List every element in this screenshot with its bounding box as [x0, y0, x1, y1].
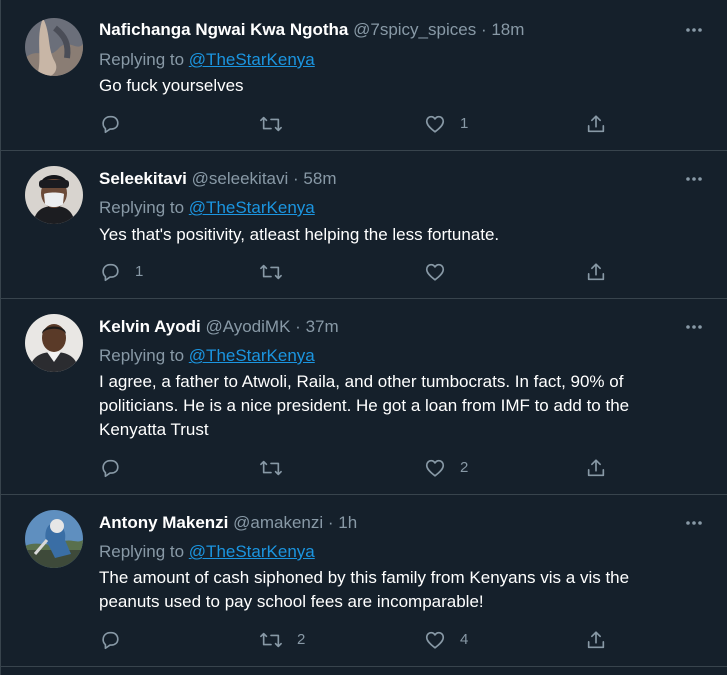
separator-dot: · [295, 317, 301, 336]
avatar[interactable] [25, 510, 83, 568]
more-icon [686, 325, 702, 329]
mention-link[interactable]: @TheStarKenya [189, 346, 315, 365]
timestamp[interactable]: 18m [491, 20, 524, 39]
like-button[interactable] [424, 260, 460, 284]
retweet-icon [260, 264, 282, 280]
author-handle[interactable]: @7spicy_spices [353, 20, 476, 39]
share-icon [587, 115, 605, 133]
author-handle[interactable]: @seleekitavi [192, 169, 289, 188]
timestamp[interactable]: 37m [306, 317, 339, 336]
like-count: 1 [460, 115, 469, 132]
author-name[interactable]: Kelvin Ayodi [99, 317, 201, 336]
separator-dot: · [327, 513, 334, 532]
retweet-button[interactable] [259, 112, 297, 136]
retweet-button[interactable]: 2 [259, 628, 305, 652]
reply-icon [102, 631, 119, 650]
tweet-1[interactable]: Nafichanga Ngwai Kwa Ngotha @7spicy_spic… [1, 0, 727, 150]
author-name[interactable]: Seleekitavi [99, 169, 187, 188]
mention-link[interactable]: @TheStarKenya [189, 542, 315, 561]
reply-count: 1 [135, 263, 144, 280]
reply-icon [102, 263, 119, 282]
replying-to-label: Replying to [99, 542, 185, 561]
tweet-text: I agree, a father to Atwoli, Raila, and … [99, 370, 689, 442]
like-button[interactable]: 2 [424, 456, 468, 480]
replying-to: Replying to @TheStarKenya [99, 49, 315, 71]
replying-to: Replying to @TheStarKenya [99, 345, 315, 367]
tweet-text: Yes that's positivity, atleast helping t… [99, 225, 500, 244]
retweet-button[interactable] [259, 456, 297, 480]
retweet-button[interactable] [259, 260, 297, 284]
author-name[interactable]: Antony Makenzi [99, 513, 228, 532]
more-options-button[interactable] [683, 316, 705, 338]
replying-to: Replying to @TheStarKenya [99, 541, 315, 563]
reply-icon [102, 459, 119, 478]
tweet-text-line: Kenyatta Trust [99, 420, 209, 439]
tweet-2[interactable]: Seleekitavi @seleekitavi · 58m Replying … [1, 151, 727, 298]
replying-to-label: Replying to [99, 198, 185, 217]
share-button[interactable] [585, 260, 607, 284]
retweet-icon [260, 632, 282, 648]
share-button[interactable] [585, 112, 607, 136]
tweet-text-line: politicians. He is a nice president. He … [99, 396, 630, 415]
reply-button[interactable] [99, 456, 135, 480]
more-icon [686, 521, 702, 525]
share-button[interactable] [585, 456, 607, 480]
retweet-count: 2 [297, 631, 306, 648]
like-button[interactable]: 4 [424, 628, 468, 652]
share-icon [587, 459, 605, 477]
like-count: 2 [460, 459, 469, 476]
reply-icon [102, 115, 119, 134]
more-icon [686, 177, 702, 181]
reply-button[interactable] [99, 628, 135, 652]
tweet-3[interactable]: Kelvin Ayodi @AyodiMK · 37m Replying to … [1, 299, 727, 494]
tweet-text: The amount of cash siphoned by this fami… [99, 566, 689, 614]
reply-button[interactable]: 1 [99, 260, 143, 284]
tweet-header: Nafichanga Ngwai Kwa Ngotha @7spicy_spic… [99, 19, 524, 41]
avatar[interactable] [25, 18, 83, 76]
separator-dot: · [293, 169, 299, 188]
tweet-text: Go fuck yourselves [99, 76, 244, 95]
like-button[interactable]: 1 [424, 112, 468, 136]
tweet-divider [1, 666, 727, 667]
reply-button[interactable] [99, 112, 135, 136]
timestamp[interactable]: 1h [338, 513, 357, 532]
like-count: 4 [460, 631, 469, 648]
retweet-icon [260, 116, 282, 132]
like-icon [425, 459, 445, 477]
timestamp[interactable]: 58m [303, 169, 336, 188]
avatar[interactable] [25, 166, 83, 224]
share-button[interactable] [585, 628, 607, 652]
tweet-header: Antony Makenzi @amakenzi · 1h [99, 512, 357, 534]
retweet-icon [260, 460, 282, 476]
mention-link[interactable]: @TheStarKenya [189, 198, 315, 217]
more-options-button[interactable] [683, 19, 705, 41]
more-options-button[interactable] [683, 512, 705, 534]
tweet-4[interactable]: Antony Makenzi @amakenzi · 1h Replying t… [1, 495, 727, 666]
avatar[interactable] [25, 314, 83, 372]
replying-to-label: Replying to [99, 50, 185, 69]
like-icon [425, 263, 445, 281]
tweet-text-line: peanuts used to pay school fees are inco… [99, 592, 484, 611]
replying-to-label: Replying to [99, 346, 185, 365]
more-icon [686, 28, 702, 32]
replies-feed: Nafichanga Ngwai Kwa Ngotha @7spicy_spic… [0, 0, 727, 675]
author-name[interactable]: Nafichanga Ngwai Kwa Ngotha [99, 20, 348, 39]
tweet-text-line: I agree, a father to Atwoli, Raila, and … [99, 372, 624, 391]
tweet-header: Seleekitavi @seleekitavi · 58m [99, 168, 337, 190]
more-options-button[interactable] [683, 168, 705, 190]
tweet-header: Kelvin Ayodi @AyodiMK · 37m [99, 316, 339, 338]
mention-link[interactable]: @TheStarKenya [189, 50, 315, 69]
like-icon [425, 631, 445, 649]
author-handle[interactable]: @amakenzi [233, 513, 323, 532]
share-icon [587, 631, 605, 649]
separator-dot: · [480, 20, 487, 39]
author-handle[interactable]: @AyodiMK [205, 317, 290, 336]
like-icon [425, 115, 445, 133]
tweet-text-line: The amount of cash siphoned by this fami… [99, 568, 630, 587]
replying-to: Replying to @TheStarKenya [99, 197, 315, 219]
share-icon [587, 263, 605, 281]
